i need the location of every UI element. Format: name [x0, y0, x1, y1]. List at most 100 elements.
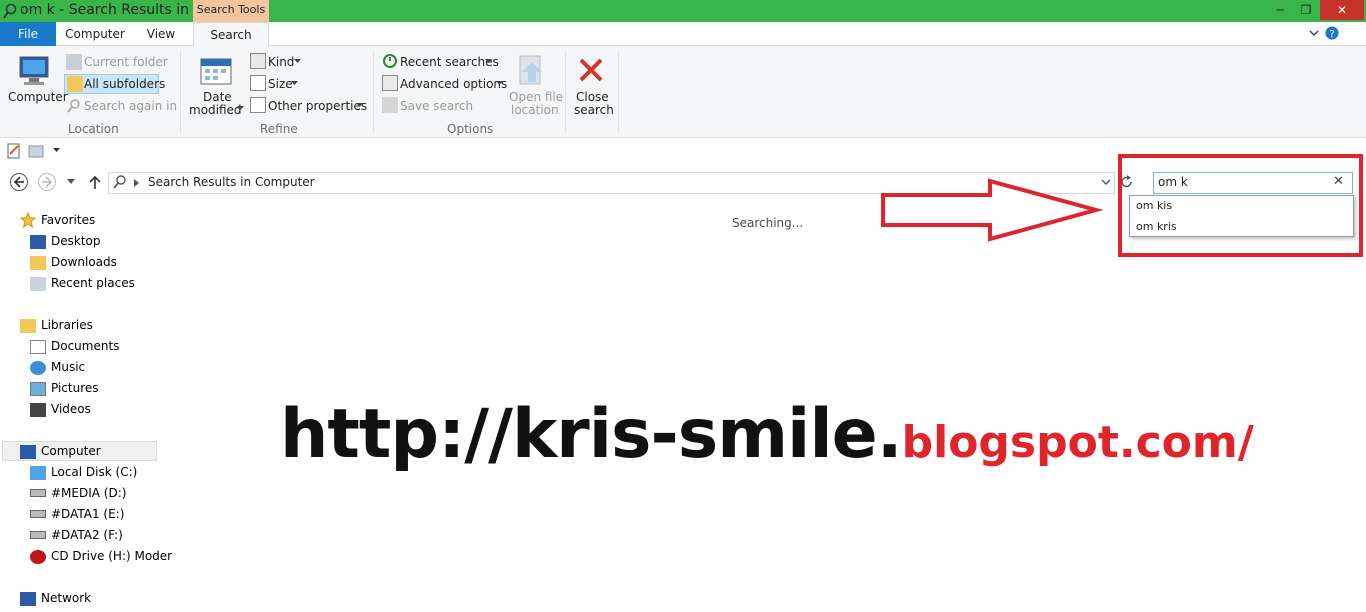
tab-computer[interactable]: Computer	[60, 22, 130, 46]
searching-status: Searching...	[732, 216, 804, 230]
computer-icon[interactable]	[17, 54, 51, 88]
downloads-icon	[30, 256, 46, 270]
pictures-icon	[30, 382, 46, 396]
window-title: om k - Search Results in ...	[20, 2, 207, 18]
chevron-down-icon	[291, 81, 298, 85]
chevron-down-icon	[496, 81, 503, 85]
calendar-icon[interactable]	[200, 56, 232, 86]
videos-icon	[30, 403, 46, 417]
chevron-down-icon	[485, 59, 492, 63]
cd-drive-icon	[30, 550, 46, 564]
search-icon	[113, 175, 126, 189]
current-folder-button[interactable]: Current folder	[84, 55, 168, 69]
save-search-button[interactable]: Save search	[400, 99, 473, 113]
date-modified-label-2[interactable]: modified	[189, 103, 242, 117]
close-search-label-2[interactable]: search	[574, 103, 614, 117]
nav-item-music[interactable]: Music	[51, 360, 85, 374]
local-disk-icon	[30, 466, 46, 480]
properties-icon	[250, 97, 266, 113]
recent-places-icon	[30, 277, 46, 291]
help-icon[interactable]: ?	[1325, 26, 1339, 40]
chevron-down-icon	[237, 106, 244, 110]
nav-item-data2-drive[interactable]: #DATA2 (F:)	[51, 528, 123, 542]
advanced-options-icon	[382, 75, 398, 91]
maximize-button[interactable]: ❐	[1294, 0, 1318, 20]
address-path[interactable]: Search Results in Computer	[148, 175, 315, 189]
nav-item-recent-places[interactable]: Recent places	[51, 276, 135, 290]
ribbon-separator	[618, 50, 619, 134]
chevron-down-icon	[356, 103, 363, 107]
nav-item-documents[interactable]: Documents	[51, 339, 119, 353]
new-folder-icon[interactable]	[28, 143, 44, 159]
computer-icon	[20, 445, 36, 459]
ribbon-separator	[565, 50, 566, 134]
tab-search[interactable]: Search	[193, 22, 269, 47]
search-tools-contextual-label: Search Tools	[193, 0, 269, 22]
open-file-location-label-2[interactable]: location	[511, 103, 559, 117]
nav-favorites[interactable]: Favorites	[41, 213, 95, 227]
network-icon	[20, 592, 36, 606]
desktop-icon	[30, 235, 46, 249]
all-subfolders-button[interactable]: All subfolders	[84, 77, 165, 91]
watermark-part-1: http://kris-smile.	[280, 395, 903, 474]
chevron-down-icon	[294, 59, 301, 63]
nav-item-cd-drive[interactable]: CD Drive (H:) Moder	[51, 549, 172, 563]
nav-computer[interactable]: Computer	[41, 444, 101, 458]
up-arrow-icon[interactable]	[88, 174, 102, 190]
close-icon[interactable]	[577, 56, 605, 84]
minimize-button[interactable]: ─	[1268, 0, 1292, 20]
subfolders-icon	[67, 76, 83, 92]
chevron-down-icon[interactable]	[53, 148, 61, 154]
date-modified-label-1[interactable]: Date	[203, 90, 232, 104]
computer-button[interactable]: Computer	[8, 90, 68, 104]
recent-locations-chevron-icon[interactable]	[67, 179, 77, 185]
star-icon	[20, 212, 36, 228]
nav-network[interactable]: Network	[41, 591, 91, 605]
nav-libraries[interactable]: Libraries	[41, 318, 93, 332]
advanced-options-button[interactable]: Advanced options	[400, 77, 507, 91]
search-folder-icon	[3, 3, 17, 19]
tab-file[interactable]: File	[0, 22, 56, 46]
music-icon	[30, 361, 46, 375]
libraries-icon	[20, 319, 36, 333]
folder-icon	[66, 54, 82, 70]
properties-icon[interactable]	[6, 143, 22, 159]
options-group-label: Options	[447, 122, 494, 136]
size-button[interactable]: Size	[268, 77, 293, 91]
drive-icon	[30, 489, 46, 497]
watermark-text: http://kris-smile.blogspot.com/	[280, 395, 1254, 474]
close-window-button[interactable]: ✕	[1320, 0, 1364, 20]
ribbon-separator	[180, 50, 181, 134]
nav-item-local-disk[interactable]: Local Disk (C:)	[51, 465, 137, 479]
watermark-part-2: blogspot.com/	[901, 417, 1254, 468]
nav-item-pictures[interactable]: Pictures	[51, 381, 99, 395]
nav-item-desktop[interactable]: Desktop	[51, 234, 101, 248]
drive-icon	[30, 531, 46, 539]
kind-icon	[250, 53, 266, 69]
size-icon	[250, 75, 266, 91]
nav-item-downloads[interactable]: Downloads	[51, 255, 117, 269]
nav-item-videos[interactable]: Videos	[51, 402, 91, 416]
nav-item-data1-drive[interactable]: #DATA1 (E:)	[51, 507, 124, 521]
chevron-down-icon[interactable]	[1308, 28, 1320, 38]
other-properties-button[interactable]: Other properties	[268, 99, 367, 113]
recent-searches-button[interactable]: Recent searches	[400, 55, 499, 69]
kind-button[interactable]: Kind	[268, 55, 294, 69]
save-icon	[382, 97, 398, 113]
refine-group-label: Refine	[260, 122, 298, 136]
tab-view[interactable]: View	[133, 22, 189, 46]
recent-searches-icon	[383, 54, 397, 68]
nav-item-media-drive[interactable]: #MEDIA (D:)	[51, 486, 126, 500]
location-group-label: Location	[68, 122, 119, 136]
open-file-location-icon[interactable]	[517, 54, 547, 88]
forward-icon[interactable]	[37, 172, 57, 192]
back-icon[interactable]	[9, 172, 29, 192]
drive-icon	[30, 510, 46, 518]
close-search-label-1[interactable]: Close	[576, 90, 609, 104]
ribbon-separator	[373, 50, 374, 134]
search-again-in-button[interactable]: Search again in	[84, 99, 177, 113]
search-again-icon	[67, 99, 80, 113]
open-file-location-label-1[interactable]: Open file	[509, 90, 563, 104]
documents-icon	[30, 340, 46, 354]
breadcrumb-chevron-icon[interactable]	[134, 179, 140, 187]
